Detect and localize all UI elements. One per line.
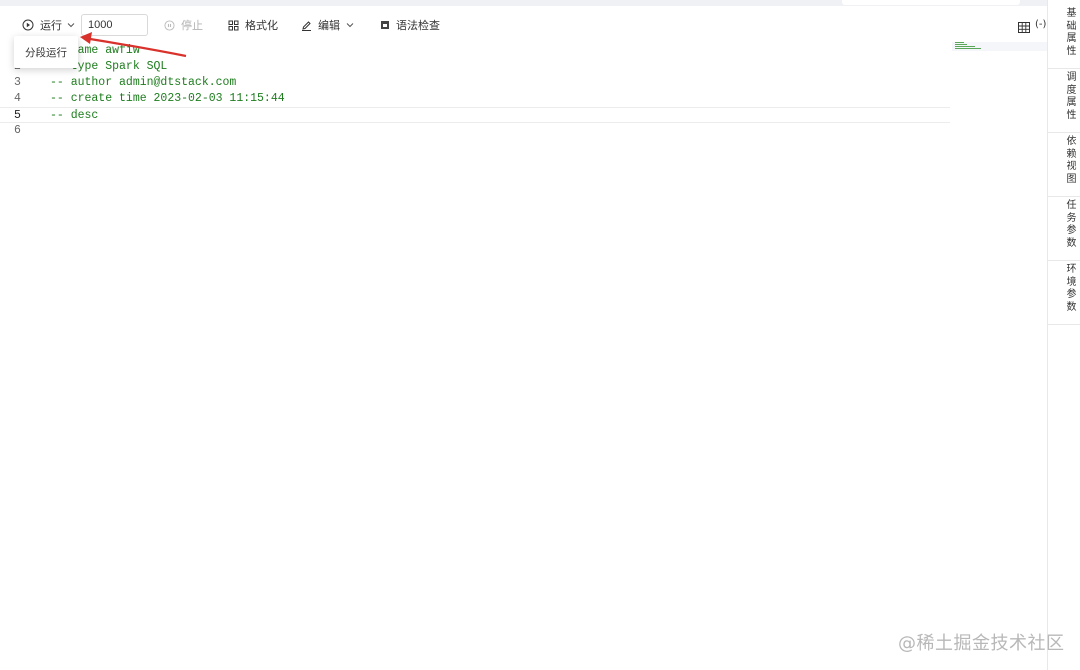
- play-circle-icon: [22, 19, 34, 31]
- segment-run-menu-item[interactable]: 分段运行: [25, 45, 67, 60]
- code-text[interactable]: -- author admin@dtstack.com: [50, 75, 236, 91]
- tab-basic-properties[interactable]: 基 础 属 性: [1048, 8, 1080, 69]
- tab-char: 数: [1066, 237, 1077, 249]
- code-line[interactable]: 2 -- type Spark SQL: [0, 59, 950, 75]
- tab-char: 度: [1066, 84, 1077, 96]
- sql-editor[interactable]: 1 -- name awfiw 2 -- type Spark SQL 3 --…: [0, 42, 952, 152]
- format-button[interactable]: 格式化: [228, 10, 278, 40]
- syntax-check-label: 语法检查: [396, 20, 440, 32]
- chevron-down-icon: [345, 20, 355, 30]
- line-number: 3: [14, 76, 21, 89]
- run-label: 运行: [40, 20, 62, 32]
- check-document-icon: [380, 20, 390, 30]
- run-dropdown-menu: 分段运行: [14, 36, 78, 68]
- tab-char: 环: [1066, 264, 1077, 275]
- tab-char: 属: [1066, 33, 1077, 44]
- code-text[interactable]: -- create time 2023-02-03 11:15:44: [50, 91, 285, 107]
- code-minimap[interactable]: [955, 42, 1023, 50]
- tab-char: 础: [1066, 20, 1077, 32]
- code-line[interactable]: 6: [0, 123, 950, 139]
- tab-char: 参: [1066, 289, 1077, 300]
- code-line[interactable]: 4 -- create time 2023-02-03 11:15:44: [0, 91, 950, 107]
- row-limit-input[interactable]: [81, 14, 148, 36]
- pen-icon: [301, 20, 312, 31]
- syntax-check-button[interactable]: 语法检查: [380, 10, 440, 40]
- tab-char: 视: [1066, 161, 1077, 172]
- tab-dependency-view[interactable]: 依 赖 视 图: [1048, 136, 1080, 197]
- tab-char: 调: [1066, 72, 1077, 83]
- tab-task-parameters[interactable]: 任 务 参 数: [1048, 200, 1080, 261]
- edit-label: 编辑: [318, 20, 340, 32]
- line-number: 5: [14, 109, 21, 122]
- tab-char: 基: [1066, 8, 1077, 19]
- top-tab[interactable]: [842, 0, 1020, 5]
- tab-environment-parameters[interactable]: 环 境 参 数: [1048, 264, 1080, 325]
- editor-toolbar: 运行 停止 格式化 编辑 语法检查: [0, 10, 1046, 40]
- tab-char: 任: [1066, 200, 1077, 211]
- line-number: 6: [14, 124, 21, 137]
- tab-char: 性: [1066, 109, 1077, 121]
- stop-circle-icon: [164, 19, 175, 31]
- watermark-text: @稀土掘金技术社区: [898, 633, 1065, 654]
- tab-char: 属: [1066, 97, 1077, 108]
- grid-format-icon: [228, 20, 239, 31]
- right-side-panel: 基 础 属 性 调 度 属 性 依 赖 视 图 任 务 参 数 环 境 参 数: [1047, 0, 1080, 670]
- stop-button[interactable]: 停止: [164, 10, 203, 40]
- tab-char: 务: [1066, 212, 1077, 224]
- tab-char: 依: [1066, 136, 1077, 147]
- tab-char: 数: [1066, 301, 1077, 313]
- line-number: 4: [14, 92, 21, 105]
- code-line[interactable]: 1 -- name awfiw: [0, 43, 950, 59]
- top-tab-strip: [0, 0, 1080, 6]
- format-label: 格式化: [245, 20, 278, 32]
- tab-char: 性: [1066, 45, 1077, 57]
- chevron-down-icon[interactable]: [66, 20, 76, 30]
- code-line[interactable]: 3 -- author admin@dtstack.com: [0, 75, 950, 91]
- variable-icon[interactable]: (-): [1035, 19, 1046, 30]
- tab-schedule-properties[interactable]: 调 度 属 性: [1048, 72, 1080, 133]
- tab-char: 图: [1066, 173, 1077, 185]
- stop-label: 停止: [181, 20, 203, 32]
- tab-char: 赖: [1066, 148, 1077, 160]
- tab-char: 参: [1066, 225, 1077, 236]
- code-line-current[interactable]: 5 -- desc: [0, 107, 950, 123]
- table-icon[interactable]: [1018, 20, 1030, 38]
- edit-menu-button[interactable]: 编辑: [301, 10, 355, 40]
- tab-char: 境: [1066, 276, 1077, 288]
- code-text[interactable]: -- desc: [50, 108, 98, 124]
